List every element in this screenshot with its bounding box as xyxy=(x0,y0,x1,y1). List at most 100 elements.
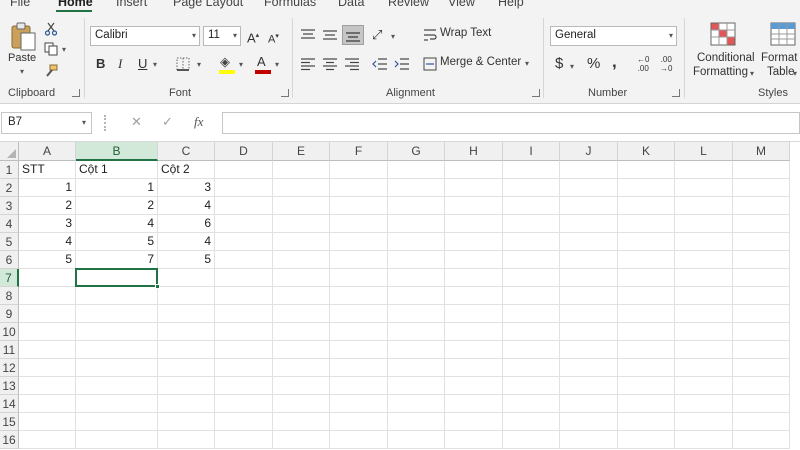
cell-i2[interactable] xyxy=(503,179,560,197)
borders-dropdown-icon[interactable]: ▾ xyxy=(197,60,201,69)
cell-e2[interactable] xyxy=(273,179,330,197)
cell-b12[interactable] xyxy=(76,359,158,377)
cell-g8[interactable] xyxy=(388,287,445,305)
cell-a11[interactable] xyxy=(19,341,76,359)
cell-e11[interactable] xyxy=(273,341,330,359)
cell-i15[interactable] xyxy=(503,413,560,431)
cell-e16[interactable] xyxy=(273,431,330,449)
cell-b11[interactable] xyxy=(76,341,158,359)
column-header-c[interactable]: C xyxy=(158,142,215,161)
cell-i6[interactable] xyxy=(503,251,560,269)
row-header-7[interactable]: 7 xyxy=(0,269,19,287)
increase-font-size-icon[interactable]: A▴ xyxy=(247,29,259,45)
formula-bar-splitter[interactable] xyxy=(104,115,106,131)
cell-f6[interactable] xyxy=(330,251,388,269)
cell-g13[interactable] xyxy=(388,377,445,395)
cell-c12[interactable] xyxy=(158,359,215,377)
column-header-m[interactable]: M xyxy=(733,142,790,161)
cell-f10[interactable] xyxy=(330,323,388,341)
cell-a5[interactable]: 4 xyxy=(19,233,76,251)
cell-m7[interactable] xyxy=(733,269,790,287)
cell-e5[interactable] xyxy=(273,233,330,251)
cell-d1[interactable] xyxy=(215,161,273,179)
cell-f2[interactable] xyxy=(330,179,388,197)
cell-l9[interactable] xyxy=(675,305,733,323)
row-header-6[interactable]: 6 xyxy=(0,251,19,269)
cell-h3[interactable] xyxy=(445,197,503,215)
cell-g11[interactable] xyxy=(388,341,445,359)
cell-c14[interactable] xyxy=(158,395,215,413)
fill-color-dropdown-icon[interactable]: ▾ xyxy=(239,60,243,69)
cell-j4[interactable] xyxy=(560,215,618,233)
align-bottom-button[interactable] xyxy=(342,25,364,45)
cell-b3[interactable]: 2 xyxy=(76,197,158,215)
cell-l6[interactable] xyxy=(675,251,733,269)
cell-l12[interactable] xyxy=(675,359,733,377)
cell-l14[interactable] xyxy=(675,395,733,413)
cell-l11[interactable] xyxy=(675,341,733,359)
bold-icon[interactable]: B xyxy=(96,57,105,71)
cell-l8[interactable] xyxy=(675,287,733,305)
cell-f9[interactable] xyxy=(330,305,388,323)
cell-i16[interactable] xyxy=(503,431,560,449)
cell-m11[interactable] xyxy=(733,341,790,359)
cell-f8[interactable] xyxy=(330,287,388,305)
cell-j11[interactable] xyxy=(560,341,618,359)
cut-icon[interactable] xyxy=(44,22,58,36)
worksheet-grid[interactable]: A B C D E F G H I J K L M 1 STT Cột 1 Cột 22113322443465… xyxy=(0,142,800,450)
tab-insert[interactable]: Insert xyxy=(116,0,147,9)
cell-h1[interactable] xyxy=(445,161,503,179)
cell-i4[interactable] xyxy=(503,215,560,233)
cell-a14[interactable] xyxy=(19,395,76,413)
underline-icon[interactable]: U xyxy=(138,57,147,71)
cell-b14[interactable] xyxy=(76,395,158,413)
cell-e7[interactable] xyxy=(273,269,330,287)
cell-g16[interactable] xyxy=(388,431,445,449)
column-header-l[interactable]: L xyxy=(675,142,733,161)
currency-icon[interactable]: $ xyxy=(555,56,563,71)
cell-c15[interactable] xyxy=(158,413,215,431)
cell-f4[interactable] xyxy=(330,215,388,233)
cell-l15[interactable] xyxy=(675,413,733,431)
fill-handle[interactable] xyxy=(155,284,160,289)
cell-i3[interactable] xyxy=(503,197,560,215)
cell-f1[interactable] xyxy=(330,161,388,179)
cell-i9[interactable] xyxy=(503,305,560,323)
cell-m2[interactable] xyxy=(733,179,790,197)
cell-i13[interactable] xyxy=(503,377,560,395)
cell-h5[interactable] xyxy=(445,233,503,251)
cell-e13[interactable] xyxy=(273,377,330,395)
increase-indent-icon[interactable] xyxy=(394,57,410,71)
cell-k6[interactable] xyxy=(618,251,675,269)
cell-e3[interactable] xyxy=(273,197,330,215)
row-header-2[interactable]: 2 xyxy=(0,179,19,197)
comma-style-icon[interactable]: , xyxy=(612,53,617,70)
cell-f12[interactable] xyxy=(330,359,388,377)
cell-k2[interactable] xyxy=(618,179,675,197)
cell-b9[interactable] xyxy=(76,305,158,323)
cell-a9[interactable] xyxy=(19,305,76,323)
cell-c4[interactable]: 6 xyxy=(158,215,215,233)
cell-h4[interactable] xyxy=(445,215,503,233)
number-format-select[interactable]: General ▾ xyxy=(550,26,677,46)
column-header-g[interactable]: G xyxy=(388,142,445,161)
cell-k3[interactable] xyxy=(618,197,675,215)
cell-k16[interactable] xyxy=(618,431,675,449)
cell-j10[interactable] xyxy=(560,323,618,341)
cell-g7[interactable] xyxy=(388,269,445,287)
row-header-16[interactable]: 16 xyxy=(0,431,19,449)
cell-k11[interactable] xyxy=(618,341,675,359)
cell-c3[interactable]: 4 xyxy=(158,197,215,215)
tab-view[interactable]: View xyxy=(448,0,475,9)
cell-d10[interactable] xyxy=(215,323,273,341)
cell-d6[interactable] xyxy=(215,251,273,269)
percent-icon[interactable]: % xyxy=(587,56,600,71)
cell-f15[interactable] xyxy=(330,413,388,431)
cell-b4[interactable]: 4 xyxy=(76,215,158,233)
cell-e6[interactable] xyxy=(273,251,330,269)
cell-j1[interactable] xyxy=(560,161,618,179)
cell-m5[interactable] xyxy=(733,233,790,251)
cell-d5[interactable] xyxy=(215,233,273,251)
row-header-9[interactable]: 9 xyxy=(0,305,19,323)
cell-f11[interactable] xyxy=(330,341,388,359)
